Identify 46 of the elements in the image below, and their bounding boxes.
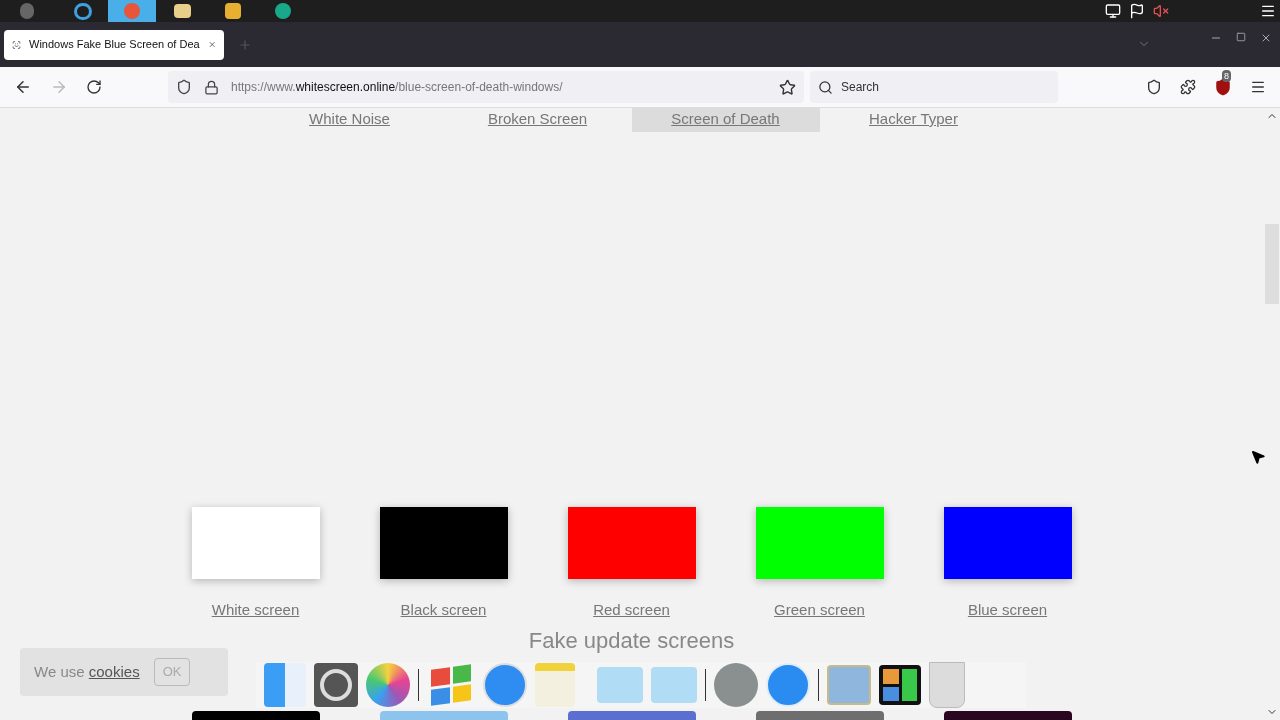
tab-title: Windows Fake Blue Screen of Dea: [29, 37, 200, 53]
color-swatch[interactable]: [191, 507, 320, 579]
screen-link[interactable]: Red screen: [593, 599, 670, 622]
color-swatch[interactable]: [755, 507, 884, 579]
colored-circles-icon[interactable]: [366, 663, 410, 707]
close-icon[interactable]: [1260, 32, 1272, 44]
maximize-icon[interactable]: [1236, 32, 1246, 42]
play-icon[interactable]: [225, 3, 241, 19]
screen-link[interactable]: Green screen: [774, 599, 865, 622]
color-swatch[interactable]: [379, 507, 508, 579]
screen-link[interactable]: Black screen: [400, 599, 487, 622]
cursor-icon: [1250, 448, 1266, 466]
back-icon[interactable]: [14, 78, 32, 96]
shield-icon[interactable]: [1214, 78, 1232, 96]
puzzle-icon[interactable]: [1180, 79, 1196, 95]
screen-link[interactable]: Blue screen: [967, 599, 1048, 622]
cookie-text: We use cookies: [34, 661, 140, 682]
address-bar[interactable]: https://www.whitescreen.online/blue-screen-of-death-windows/: [168, 71, 804, 103]
image-grid-icon[interactable]: [879, 665, 921, 705]
flag-icon[interactable]: [1129, 3, 1145, 19]
reload-icon[interactable]: [86, 79, 102, 95]
screen-link[interactable]: White screen: [211, 599, 300, 622]
search-icon: [818, 79, 833, 95]
nav-link[interactable]: White Noise: [255, 108, 444, 132]
browser-tab[interactable]: Windows Fake Blue Screen of Dea: [4, 29, 224, 60]
url-text: https://www.whitescreen.online/blue-screen-of-death-windows/: [231, 79, 564, 96]
menu-icon[interactable]: [1250, 79, 1266, 95]
muted-speaker-icon[interactable]: [1153, 3, 1169, 19]
count-badge: 8: [1222, 70, 1231, 82]
search-field[interactable]: Search: [810, 71, 1058, 103]
section-heading: Fake update screens: [528, 627, 735, 654]
menu-icon[interactable]: [1260, 3, 1276, 19]
folder-icon[interactable]: [174, 4, 191, 18]
forward-icon[interactable]: [50, 78, 68, 96]
color-swatch[interactable]: [567, 507, 696, 579]
search-input[interactable]: Search: [841, 78, 1041, 96]
lock-icon: [204, 79, 219, 95]
color-swatch[interactable]: [943, 507, 1072, 579]
nav-link[interactable]: Broken Screen: [443, 108, 632, 132]
shield-icon: [176, 79, 192, 95]
network-icon[interactable]: [1105, 3, 1121, 19]
nav-link[interactable]: Screen of Death: [631, 108, 820, 132]
nav-link[interactable]: Hacker Typer: [819, 108, 1008, 132]
star-icon[interactable]: [779, 78, 796, 96]
gear-icon[interactable]: [314, 663, 358, 707]
cookies-link[interactable]: cookies: [88, 662, 140, 680]
